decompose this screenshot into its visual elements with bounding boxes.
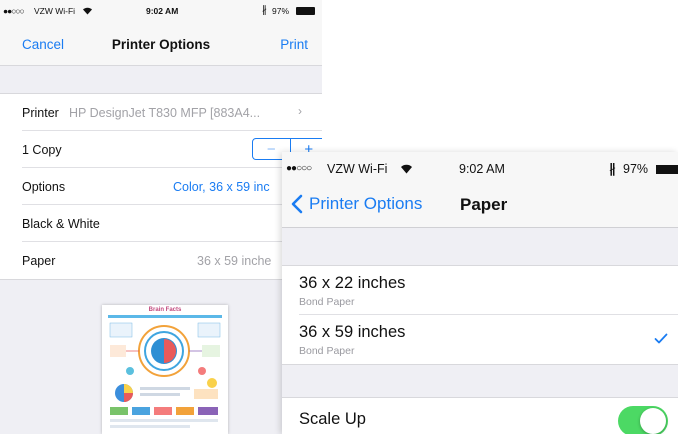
clock-label: 9:02 AM xyxy=(146,6,179,16)
paper-type-label: Bond Paper xyxy=(299,296,355,308)
battery-icon xyxy=(296,7,315,15)
options-value: Color, 36 x 59 inc xyxy=(173,180,270,194)
options-row[interactable]: Options Color, 36 x 59 inc xyxy=(22,168,322,205)
paper-row[interactable]: Paper 36 x 59 inche xyxy=(22,242,322,279)
wifi-icon xyxy=(83,7,92,15)
battery-label: 97% xyxy=(623,162,649,176)
printer-row[interactable]: Printer HP DesignJet T830 MFP [883A4... … xyxy=(22,94,322,131)
paper-size-label: 36 x 22 inches xyxy=(299,274,406,292)
print-button[interactable]: Print xyxy=(280,37,308,52)
paper-option[interactable]: 36 x 22 inches Bond Paper xyxy=(299,266,678,315)
back-button[interactable]: Printer Options xyxy=(290,194,422,214)
paper-size-label: 36 x 59 inches xyxy=(299,323,406,341)
printer-options-screen: ●●○○○ VZW Wi-Fi 9:02 AM ∦ 97% Printer Op… xyxy=(0,0,322,434)
scale-up-toggle[interactable] xyxy=(618,406,668,434)
page-title: Paper xyxy=(460,195,508,214)
chevron-right-icon: › xyxy=(298,104,302,118)
navigation-bar: Printer Options Paper xyxy=(282,186,678,228)
black-white-label: Black & White xyxy=(22,217,100,231)
black-white-row: Black & White xyxy=(22,205,322,242)
printer-value: HP DesignJet T830 MFP [883A4... xyxy=(69,106,261,120)
paper-type-label: Bond Paper xyxy=(299,345,355,357)
toggle-knob xyxy=(640,408,666,434)
copies-label: 1 Copy xyxy=(22,143,62,157)
options-list: Printer HP DesignJet T830 MFP [883A4... … xyxy=(0,93,322,280)
status-bar: ●●○○○ VZW Wi-Fi 9:02 AM ∦ 97% xyxy=(0,0,322,22)
battery-label: 97% xyxy=(272,6,290,16)
printer-label: Printer xyxy=(22,106,59,120)
navigation-bar: Printer Options Cancel Print xyxy=(0,22,322,66)
battery-icon xyxy=(656,165,678,174)
wifi-icon xyxy=(401,164,412,174)
back-button-label: Printer Options xyxy=(309,194,423,213)
bluetooth-icon: ∦ xyxy=(262,5,267,16)
paper-value: 36 x 59 inche xyxy=(197,254,272,268)
status-bar: ●●○○○ VZW Wi-Fi 9:02 AM ∦ 97% xyxy=(282,152,678,186)
print-preview-thumbnail[interactable]: Brain Facts xyxy=(102,305,228,434)
clock-label: 9:02 AM xyxy=(459,162,505,176)
paper-label: Paper xyxy=(22,254,56,268)
carrier-label: VZW Wi-Fi xyxy=(34,6,76,16)
scale-up-label: Scale Up xyxy=(299,410,366,428)
chevron-left-icon xyxy=(291,194,303,214)
bluetooth-icon: ∦ xyxy=(609,161,616,176)
signal-dots-icon: ●●○○○ xyxy=(3,6,25,16)
checkmark-icon xyxy=(654,333,668,344)
paper-option[interactable]: 36 x 59 inches Bond Paper xyxy=(299,315,678,364)
scale-up-row: Scale Up xyxy=(282,397,678,434)
paper-selection-screen: ●●○○○ VZW Wi-Fi 9:02 AM ∦ 97% Printer Op… xyxy=(282,152,678,434)
carrier-label: VZW Wi-Fi xyxy=(327,162,388,176)
signal-dots-icon: ●●○○○ xyxy=(286,163,312,174)
cancel-button[interactable]: Cancel xyxy=(22,37,64,52)
options-label: Options xyxy=(22,180,66,194)
paper-list: 36 x 22 inches Bond Paper 36 x 59 inches… xyxy=(282,265,678,365)
brain-infographic-image xyxy=(108,315,222,428)
copies-row: 1 Copy − + xyxy=(22,131,322,168)
